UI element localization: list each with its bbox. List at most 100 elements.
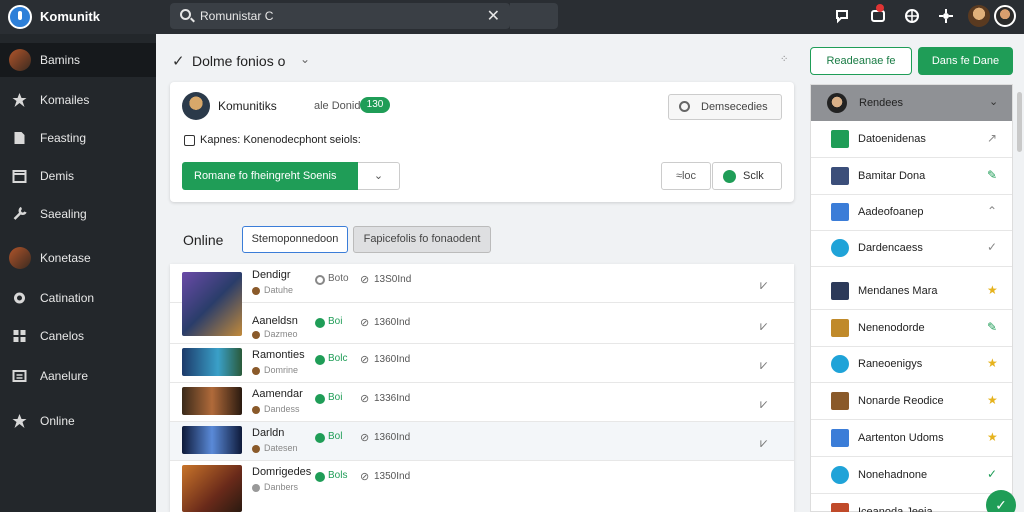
avatar [827,93,847,113]
item-action-icon[interactable]: ✎ [987,320,997,334]
item-action-icon[interactable]: ★ [987,430,998,444]
settings-button[interactable]: Sclk [712,162,782,190]
search-value: Romunistar C [200,9,274,23]
attachment-icon: ⊘ [360,393,370,405]
row-action-icon[interactable]: ⩗ [760,318,767,334]
app-logo-icon[interactable] [8,5,32,29]
right-panel-item[interactable]: Nenenodorde ✎ [811,310,1012,347]
app-brand: Komunitk [40,9,100,24]
right-panel-item[interactable]: Aadeofoanep ⌃ [811,194,1012,231]
item-icon [831,282,849,300]
item-action-icon[interactable]: ★ [987,393,998,407]
search-input[interactable]: Romunistar C ✕ [170,3,510,29]
right-panel-item[interactable]: Aartenton Udoms ★ [811,420,1012,457]
right-panel-item[interactable]: Dardencaess ✓ [811,230,1012,267]
sidebar-item-label: Demis [40,169,75,183]
right-panel-item[interactable]: Raneoenigys ★ [811,346,1012,383]
globe-icon[interactable] [904,8,920,24]
right-panel-item-label: Aadeofoanep [858,206,924,218]
right-panel-title: Rendees [859,97,904,109]
row-avatar [252,484,260,492]
item-action-icon[interactable]: ⌃ [987,204,997,218]
chevron-down-icon[interactable]: ⌄ [989,95,998,108]
row-name: Darldn [252,427,285,439]
row-subtitle: Dandess [264,404,300,414]
status-icon [315,433,325,443]
game-thumbnail [182,426,242,454]
card-search-button[interactable]: Demsecedies [668,94,782,120]
row-action-icon[interactable]: ⩗ [760,357,767,373]
community-card: Komunitiks ale Donidas 130 Demsecedies K… [170,82,794,202]
join-dropdown-toggle[interactable]: ⌄ [358,162,400,190]
tab-secondary[interactable]: Fapicefolis fo fonaodent [353,226,491,253]
item-action-icon[interactable]: ↗ [987,131,997,145]
sidebar-item-label: Komailes [40,93,90,107]
right-panel-item[interactable]: Iceanoda Jeeia [811,494,1012,512]
right-panel-item[interactable]: Nonehadnone ✓ [811,457,1012,494]
settings-icon[interactable] [938,8,954,24]
status-icon [315,472,325,482]
check-icon: ✓ [172,53,185,70]
right-panel-item-label: Bamitar Dona [858,170,926,182]
right-panel-item[interactable]: Bamitar Dona ✎ [811,158,1012,195]
right-panel-item[interactable]: Datoenidenas ↗ [811,121,1012,158]
attachment-icon: ⊘ [360,354,370,366]
item-action-icon[interactable]: ★ [987,283,998,297]
scrollbar[interactable] [1017,92,1022,152]
item-action-icon[interactable]: ★ [987,356,998,370]
card-search-label: Demsecedies [701,101,768,113]
right-panel-item-label: Mendanes Mara [858,285,938,297]
filter-button[interactable]: ≈loc [661,162,711,190]
notification-badge [876,4,884,12]
sidebar-item-demis[interactable]: Demis [0,159,156,193]
chevron-down-icon[interactable]: ⌄ [300,52,310,66]
row-status: Boi [328,392,343,403]
row-time: 1360Ind [374,317,411,328]
right-panel-header[interactable]: Rendees ⌄ [811,85,1012,121]
row-action-icon[interactable]: ⩗ [760,435,767,451]
sidebar-item-label: Aanelure [40,369,89,383]
list-item[interactable]: Aamendar Dandess Boi ⊘ 1336Ind ⩗ [170,383,794,422]
tab-primary[interactable]: Stemoponnedoon [242,226,348,253]
list-item[interactable]: Darldn Datesen Bol ⊘ 1360Ind ⩗ [170,422,794,461]
list-item[interactable]: Dendigr Datuhe Boto ⊘ 13S0Ind ⩗ [170,264,794,336]
list-item[interactable]: Domrigedes Danbers Bols ⊘ 1350Ind [170,461,794,512]
primary-action-button[interactable]: Dans fe Dane [918,47,1013,75]
game-thumbnail [182,348,242,376]
confirm-fab-button[interactable]: ✓ [986,490,1016,512]
item-icon [831,429,849,447]
item-action-icon[interactable]: ✎ [987,168,997,182]
more-options-icon[interactable]: ⁘ [780,54,788,65]
sidebar-item-catination[interactable]: Catination [0,281,156,315]
row-action-icon[interactable]: ⩗ [760,277,767,293]
sidebar-item-komailes[interactable]: Komailes [0,83,156,117]
avatar [9,49,31,71]
sidebar-item-saealing[interactable]: Saealing [0,197,156,231]
member-count-badge: 130 [360,97,390,113]
item-action-icon[interactable]: ✓ [987,240,997,254]
chat-icon[interactable] [834,8,850,24]
grid-icon [11,328,28,344]
attachment-icon: ⊘ [360,471,370,483]
row-subtitle: Dazmeo [264,329,298,339]
right-panel-item[interactable]: Mendanes Mara ★ [811,273,1012,310]
join-button[interactable]: Romane fo fheingreht Soenis [182,162,358,190]
right-panel-item-label: Raneoenigys [858,358,923,370]
settings-button-label: Sclk [743,170,764,182]
list-item[interactable]: Aaneldsn Dazmeo Boi ⊘ 1360Ind ⩗ [170,303,794,344]
user-avatar[interactable] [968,5,990,27]
sidebar-item-aanelure[interactable]: Aanelure [0,359,156,393]
sidebar-item-konetase[interactable]: Konetase [0,241,156,275]
list-item[interactable]: Ramonties Domrine Bolc ⊘ 1360Ind ⩗ [170,344,794,383]
clear-search-icon[interactable]: ✕ [487,6,500,26]
row-action-icon[interactable]: ⩗ [760,396,767,412]
sidebar-item-online[interactable]: Online [0,404,156,438]
right-panel-item[interactable]: Nonarde Reodice ★ [811,383,1012,420]
secondary-action-button[interactable]: Readeanae fe [810,47,912,75]
profile-avatar[interactable] [994,5,1016,27]
sidebar-item-bamins[interactable]: Bamins [0,43,156,77]
sidebar-item-feasting[interactable]: Feasting [0,121,156,155]
item-action-icon[interactable]: ✓ [987,467,997,481]
sidebar-item-canelos[interactable]: Canelos [0,319,156,353]
right-panel-item-label: Nonehadnone [858,469,928,481]
